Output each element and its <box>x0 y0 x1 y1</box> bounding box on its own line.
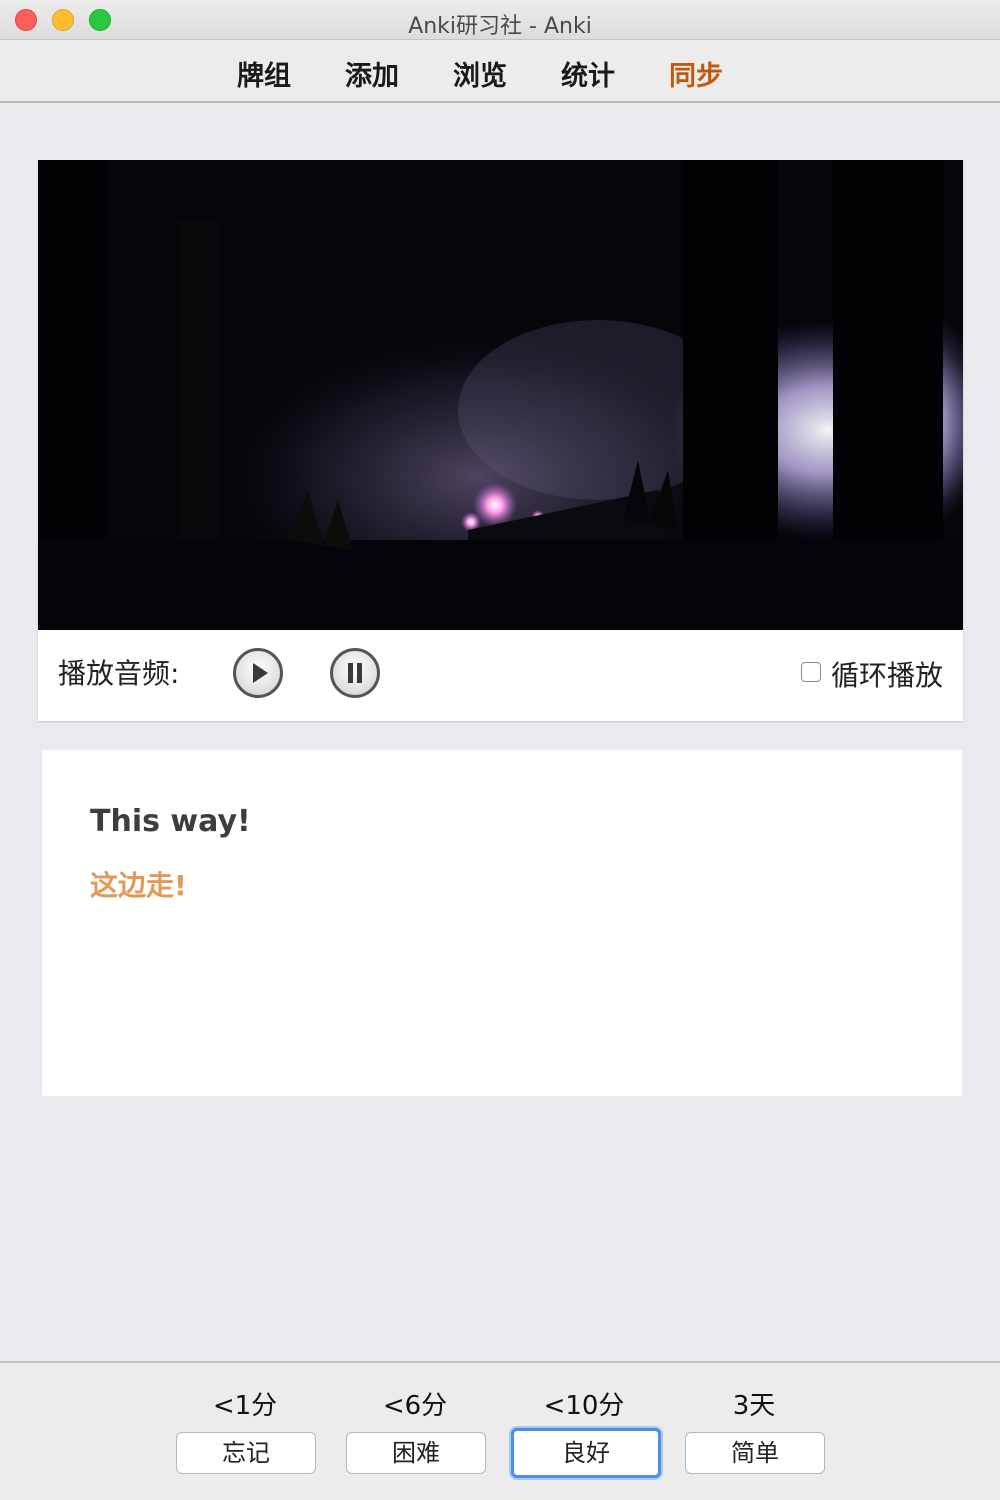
main-toolbar: 牌组 添加 浏览 统计 同步 <box>0 40 1000 103</box>
toolbar-stats[interactable]: 统计 <box>561 54 615 93</box>
forest-night-scene <box>38 160 963 630</box>
pause-audio-button[interactable] <box>330 648 380 698</box>
interval-good: <10分 <box>543 1391 625 1421</box>
window-title: Anki研习社 - Anki <box>408 14 592 39</box>
media-card: 播放音频: 循环播放 <box>38 160 963 721</box>
interval-hard: <6分 <box>382 1391 448 1421</box>
toolbar-decks[interactable]: 牌组 <box>237 54 291 93</box>
window-titlebar: Anki研习社 - Anki <box>0 0 1000 40</box>
again-button[interactable]: 忘记 <box>176 1432 316 1474</box>
loop-toggle: 循环播放 <box>800 654 943 694</box>
good-button[interactable]: 良好 <box>511 1428 661 1478</box>
loop-checkbox[interactable] <box>800 662 821 682</box>
loop-label: 循环播放 <box>830 659 943 692</box>
pause-icon <box>348 663 362 683</box>
interval-again: <1分 <box>212 1391 278 1421</box>
play-audio-button[interactable] <box>233 648 283 698</box>
toolbar-sync[interactable]: 同步 <box>669 54 723 93</box>
audio-label: 播放音频: <box>58 657 180 690</box>
card-english-text: This way! <box>90 804 251 839</box>
easy-button[interactable]: 简单 <box>685 1432 825 1474</box>
toolbar-browse[interactable]: 浏览 <box>453 54 507 93</box>
card-content: This way! 这边走! <box>42 750 962 1096</box>
interval-easy: 3天 <box>732 1391 776 1421</box>
hard-button[interactable]: 困难 <box>346 1432 486 1474</box>
play-icon <box>253 663 268 683</box>
toolbar-add[interactable]: 添加 <box>345 54 399 93</box>
video-frame[interactable] <box>38 160 963 630</box>
answer-bar: <1分 <6分 <10分 3天 忘记 困难 良好 简单 <box>0 1361 1000 1500</box>
card-chinese-text: 这边走! <box>90 869 187 902</box>
